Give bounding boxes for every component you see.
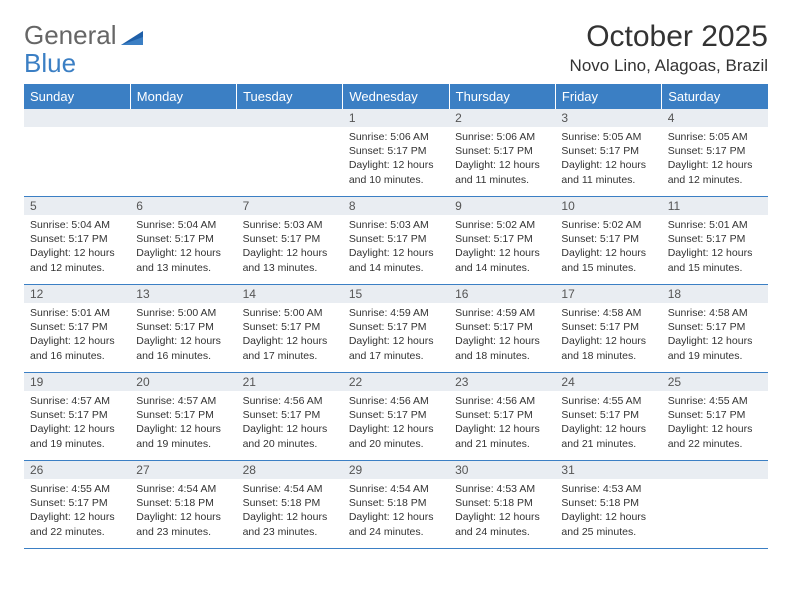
day-number: 5: [24, 197, 130, 216]
day-detail: Sunrise: 4:57 AMSunset: 5:17 PMDaylight:…: [130, 391, 236, 461]
day-detail: Sunrise: 4:59 AMSunset: 5:17 PMDaylight:…: [343, 303, 449, 373]
weekday-header: Sunday: [24, 84, 130, 109]
day-number: 7: [237, 197, 343, 216]
day-number: 22: [343, 373, 449, 392]
day-number: [662, 461, 768, 480]
day-number: 14: [237, 285, 343, 304]
day-detail: Sunrise: 4:54 AMSunset: 5:18 PMDaylight:…: [343, 479, 449, 549]
weekday-header-row: Sunday Monday Tuesday Wednesday Thursday…: [24, 84, 768, 109]
day-detail: Sunrise: 4:55 AMSunset: 5:17 PMDaylight:…: [662, 391, 768, 461]
logo: General: [24, 20, 145, 51]
day-number: 8: [343, 197, 449, 216]
day-detail: Sunrise: 4:56 AMSunset: 5:17 PMDaylight:…: [449, 391, 555, 461]
day-detail-row: Sunrise: 5:06 AMSunset: 5:17 PMDaylight:…: [24, 127, 768, 197]
day-detail-row: Sunrise: 4:55 AMSunset: 5:17 PMDaylight:…: [24, 479, 768, 549]
header: General October 2025 Novo Lino, Alagoas,…: [24, 20, 768, 76]
day-number: 25: [662, 373, 768, 392]
day-detail: Sunrise: 5:01 AMSunset: 5:17 PMDaylight:…: [662, 215, 768, 285]
weekday-header: Thursday: [449, 84, 555, 109]
weekday-header: Saturday: [662, 84, 768, 109]
logo-text-general: General: [24, 20, 117, 51]
day-detail: Sunrise: 5:02 AMSunset: 5:17 PMDaylight:…: [449, 215, 555, 285]
day-number: 28: [237, 461, 343, 480]
day-number: [237, 109, 343, 127]
day-detail: Sunrise: 5:02 AMSunset: 5:17 PMDaylight:…: [555, 215, 661, 285]
day-detail: [662, 479, 768, 549]
day-number: 23: [449, 373, 555, 392]
day-detail: Sunrise: 4:57 AMSunset: 5:17 PMDaylight:…: [24, 391, 130, 461]
day-number: 20: [130, 373, 236, 392]
day-detail: Sunrise: 4:56 AMSunset: 5:17 PMDaylight:…: [237, 391, 343, 461]
day-number: 15: [343, 285, 449, 304]
logo-text-blue: Blue: [24, 48, 76, 79]
day-number: 31: [555, 461, 661, 480]
day-detail: Sunrise: 4:54 AMSunset: 5:18 PMDaylight:…: [130, 479, 236, 549]
day-detail-row: Sunrise: 5:01 AMSunset: 5:17 PMDaylight:…: [24, 303, 768, 373]
day-detail: [237, 127, 343, 197]
day-number-row: 19202122232425: [24, 373, 768, 392]
weekday-header: Wednesday: [343, 84, 449, 109]
day-detail: Sunrise: 5:00 AMSunset: 5:17 PMDaylight:…: [237, 303, 343, 373]
day-number: 19: [24, 373, 130, 392]
day-number: 12: [24, 285, 130, 304]
day-detail: Sunrise: 4:55 AMSunset: 5:17 PMDaylight:…: [24, 479, 130, 549]
day-number-row: 12131415161718: [24, 285, 768, 304]
day-number: 11: [662, 197, 768, 216]
day-detail: Sunrise: 5:03 AMSunset: 5:17 PMDaylight:…: [237, 215, 343, 285]
day-detail-row: Sunrise: 5:04 AMSunset: 5:17 PMDaylight:…: [24, 215, 768, 285]
day-number: 21: [237, 373, 343, 392]
day-number: 2: [449, 109, 555, 127]
day-number: 27: [130, 461, 236, 480]
day-number: 18: [662, 285, 768, 304]
day-detail: Sunrise: 5:03 AMSunset: 5:17 PMDaylight:…: [343, 215, 449, 285]
day-number: 16: [449, 285, 555, 304]
day-detail: Sunrise: 5:06 AMSunset: 5:17 PMDaylight:…: [343, 127, 449, 197]
day-number: 24: [555, 373, 661, 392]
day-number: [24, 109, 130, 127]
day-number-row: 262728293031: [24, 461, 768, 480]
day-detail: Sunrise: 4:56 AMSunset: 5:17 PMDaylight:…: [343, 391, 449, 461]
day-detail: Sunrise: 5:04 AMSunset: 5:17 PMDaylight:…: [130, 215, 236, 285]
day-number: [130, 109, 236, 127]
day-number: 26: [24, 461, 130, 480]
day-number: 17: [555, 285, 661, 304]
day-number: 29: [343, 461, 449, 480]
day-detail: Sunrise: 4:53 AMSunset: 5:18 PMDaylight:…: [449, 479, 555, 549]
logo-triangle-icon: [121, 27, 143, 45]
day-number: 30: [449, 461, 555, 480]
day-detail: Sunrise: 4:55 AMSunset: 5:17 PMDaylight:…: [555, 391, 661, 461]
weekday-header: Friday: [555, 84, 661, 109]
day-number: 1: [343, 109, 449, 127]
day-number-row: 1234: [24, 109, 768, 127]
day-number: 4: [662, 109, 768, 127]
day-number: 10: [555, 197, 661, 216]
day-detail: Sunrise: 5:05 AMSunset: 5:17 PMDaylight:…: [662, 127, 768, 197]
day-detail: Sunrise: 5:05 AMSunset: 5:17 PMDaylight:…: [555, 127, 661, 197]
weekday-header: Monday: [130, 84, 236, 109]
day-detail: Sunrise: 5:01 AMSunset: 5:17 PMDaylight:…: [24, 303, 130, 373]
day-number-row: 567891011: [24, 197, 768, 216]
location-label: Novo Lino, Alagoas, Brazil: [570, 56, 768, 76]
weekday-header: Tuesday: [237, 84, 343, 109]
day-detail: [24, 127, 130, 197]
day-number: 6: [130, 197, 236, 216]
day-detail: Sunrise: 5:00 AMSunset: 5:17 PMDaylight:…: [130, 303, 236, 373]
month-title: October 2025: [570, 20, 768, 54]
day-number: 3: [555, 109, 661, 127]
day-detail: Sunrise: 4:58 AMSunset: 5:17 PMDaylight:…: [662, 303, 768, 373]
day-number: 9: [449, 197, 555, 216]
day-detail: Sunrise: 5:04 AMSunset: 5:17 PMDaylight:…: [24, 215, 130, 285]
day-detail: Sunrise: 5:06 AMSunset: 5:17 PMDaylight:…: [449, 127, 555, 197]
day-number: 13: [130, 285, 236, 304]
calendar-table: Sunday Monday Tuesday Wednesday Thursday…: [24, 84, 768, 549]
day-detail: Sunrise: 4:58 AMSunset: 5:17 PMDaylight:…: [555, 303, 661, 373]
day-detail-row: Sunrise: 4:57 AMSunset: 5:17 PMDaylight:…: [24, 391, 768, 461]
day-detail: [130, 127, 236, 197]
day-detail: Sunrise: 4:59 AMSunset: 5:17 PMDaylight:…: [449, 303, 555, 373]
day-detail: Sunrise: 4:53 AMSunset: 5:18 PMDaylight:…: [555, 479, 661, 549]
day-detail: Sunrise: 4:54 AMSunset: 5:18 PMDaylight:…: [237, 479, 343, 549]
